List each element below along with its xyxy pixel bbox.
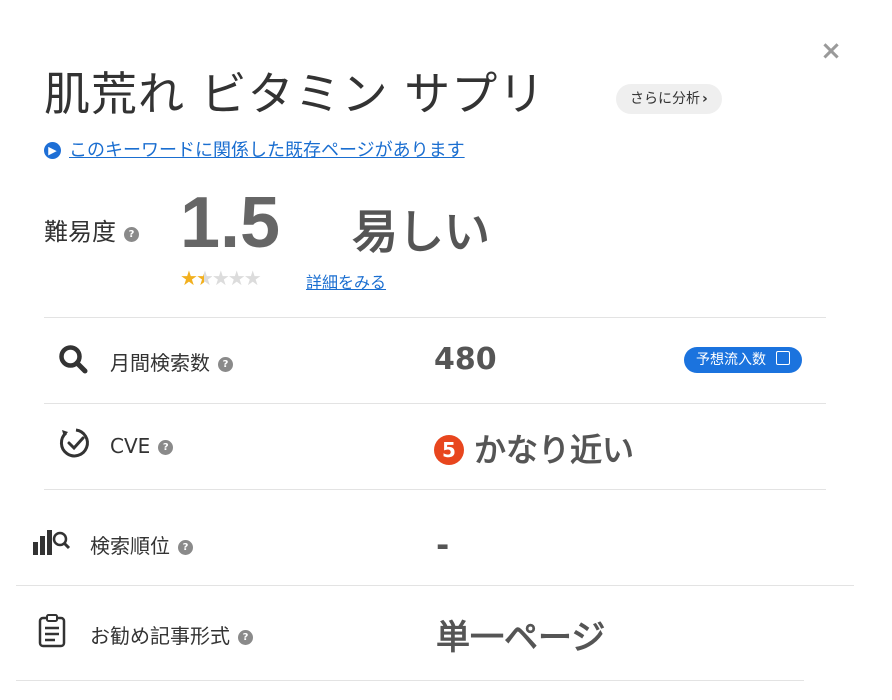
divider [16, 680, 804, 681]
difficulty-label-group: 難易度? [44, 212, 139, 247]
close-icon[interactable]: × [818, 38, 844, 64]
document-icon [38, 614, 66, 652]
monthly-searches-value: 480 [434, 342, 497, 377]
search-rank-value: - [436, 526, 450, 564]
divider [44, 403, 826, 404]
difficulty-text: 易しい [352, 205, 490, 259]
difficulty-score: 1.5 [180, 183, 281, 263]
monthly-searches-label: 月間検索数? [110, 347, 233, 376]
star-empty-icon: ★★★ [211, 266, 262, 290]
keyword-title: 肌荒れ ビタミン サプリ [44, 67, 546, 121]
cve-label: CVE? [110, 434, 174, 458]
cve-text: かなり近い [474, 431, 635, 469]
help-icon[interactable]: ? [238, 630, 253, 645]
star-half-icon: ★ [195, 266, 214, 290]
more-analysis-label: さらに分析 [630, 91, 700, 107]
rank-chart-icon [32, 528, 74, 560]
chevron-right-icon: › [702, 91, 708, 107]
divider [16, 585, 854, 586]
existing-page-link[interactable]: このキーワードに関係した既存ページがあります [69, 140, 465, 161]
recommended-format-value: 単一ページ [436, 618, 606, 658]
arrow-circle-icon: ▶ [44, 142, 61, 159]
divider [44, 489, 826, 490]
search-icon [58, 344, 88, 378]
help-icon[interactable]: ? [158, 440, 174, 455]
clock-check-icon [58, 426, 94, 464]
search-rank-label: 検索順位? [90, 530, 193, 559]
divider [44, 317, 826, 318]
recommended-format-label: お勧め記事形式? [90, 620, 253, 649]
help-icon[interactable]: ? [124, 227, 139, 242]
more-analysis-button[interactable]: さらに分析 › [616, 84, 722, 114]
difficulty-stars: ★★★★★ [180, 266, 262, 290]
existing-page-notice: ▶ このキーワードに関係した既存ページがあります [44, 136, 465, 162]
cve-value: 5 かなり近い [434, 425, 634, 471]
help-icon[interactable]: ? [178, 540, 193, 555]
star-filled-icon: ★ [180, 266, 198, 290]
difficulty-label: 難易度 [44, 218, 116, 246]
cve-number-badge: 5 [434, 435, 464, 465]
forecast-traffic-badge[interactable]: 予想流入数 [684, 347, 803, 373]
external-link-icon [776, 351, 791, 365]
help-icon[interactable]: ? [218, 357, 233, 372]
details-link[interactable]: 詳細をみる [306, 269, 386, 293]
keyword-analysis-panel: × 肌荒れ ビタミン サプリ さらに分析 › ▶ このキーワードに関係した既存ページ… [0, 0, 892, 700]
